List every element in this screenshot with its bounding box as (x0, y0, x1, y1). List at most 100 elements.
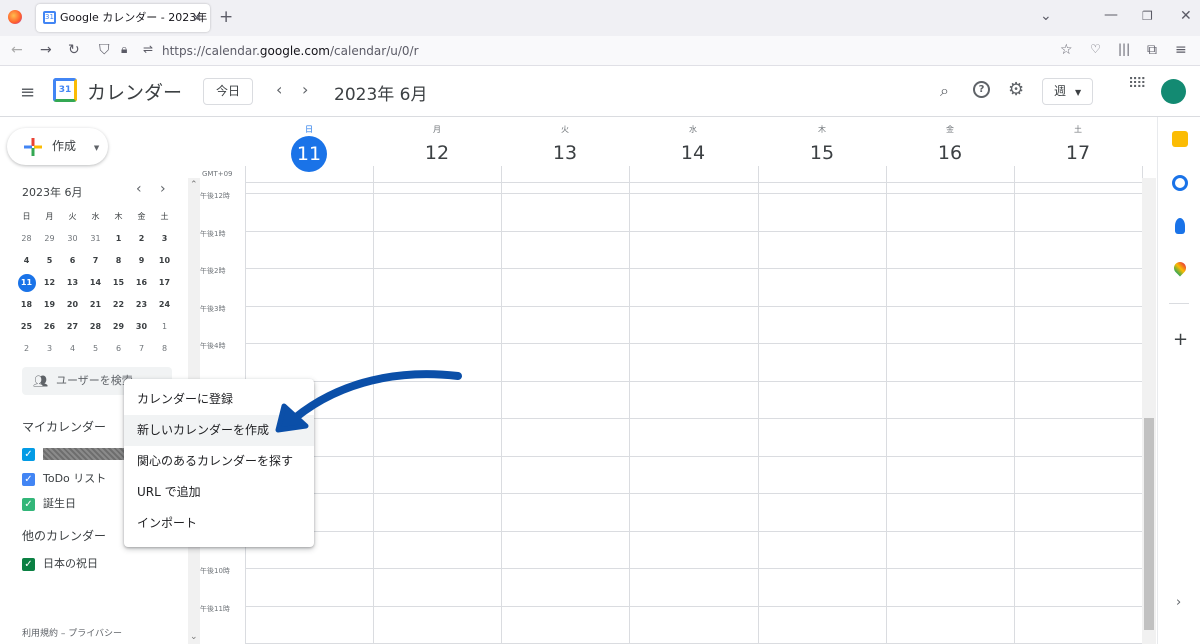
maps-icon[interactable] (1171, 259, 1189, 277)
mini-day[interactable]: 5 (38, 250, 61, 272)
mini-prev-month-icon[interactable]: ‹ (136, 181, 142, 197)
main-scrollbar-thumb[interactable] (1144, 418, 1154, 630)
next-week-icon[interactable]: › (302, 80, 308, 99)
settings-gear-icon[interactable]: ⚙ (1008, 79, 1024, 100)
mini-day[interactable]: 8 (107, 250, 130, 272)
menu-icon[interactable]: ≡ (1175, 43, 1187, 57)
expand-panel-icon[interactable]: › (1176, 595, 1181, 610)
today-button[interactable]: 今日 (203, 78, 253, 105)
day-header[interactable]: 水 14 (629, 124, 757, 164)
mini-day[interactable]: 8 (153, 338, 176, 360)
mini-day[interactable]: 28 (15, 228, 38, 250)
menu-item[interactable]: URL で追加 (124, 477, 314, 508)
library-icon[interactable]: ||| (1118, 43, 1130, 55)
bookmark-star-icon[interactable]: ☆ (1060, 43, 1073, 57)
help-icon[interactable]: ? (973, 81, 990, 98)
scroll-down-icon[interactable]: ⌄ (190, 632, 198, 642)
day-number[interactable]: 15 (758, 142, 886, 164)
mini-day[interactable]: 22 (107, 294, 130, 316)
checkbox-checked-icon[interactable]: ✓ (22, 557, 35, 571)
day-number[interactable]: 13 (501, 142, 629, 164)
view-switcher-button[interactable]: 週 ▼ (1042, 78, 1093, 105)
create-button[interactable]: 作成 ▼ (7, 128, 108, 165)
browser-tab[interactable]: 31 Google カレンダー - 2023年 6月 1 ✕ (36, 4, 210, 32)
firefox-icon[interactable] (8, 10, 22, 24)
mini-day[interactable]: 1 (153, 316, 176, 338)
close-tab-icon[interactable]: ✕ (192, 4, 202, 32)
other-calendars-title[interactable]: 他のカレンダー (22, 527, 106, 544)
footer-links[interactable]: 利用規約 – プライバシー (22, 626, 122, 639)
menu-item[interactable]: 関心のあるカレンダーを探す (124, 446, 314, 477)
mini-day[interactable]: 13 (61, 272, 84, 294)
mini-day[interactable]: 15 (107, 272, 130, 294)
calendar-item[interactable]: ✓ 誕生日 (22, 497, 76, 515)
lock-icon[interactable]: 🔒︎ (121, 43, 127, 55)
mini-day[interactable]: 29 (38, 228, 61, 250)
day-header[interactable]: 月 12 (373, 124, 501, 164)
mini-day[interactable]: 31 (84, 228, 107, 250)
mini-day[interactable]: 26 (38, 316, 61, 338)
checkbox-checked-icon[interactable]: ✓ (22, 472, 35, 486)
mini-day[interactable]: 5 (84, 338, 107, 360)
mini-day[interactable]: 1 (107, 228, 130, 250)
mini-day[interactable]: 3 (38, 338, 61, 360)
back-icon[interactable]: ← (11, 43, 23, 57)
day-header[interactable]: 火 13 (501, 124, 629, 164)
tasks-icon[interactable] (1172, 175, 1188, 191)
mini-day[interactable]: 24 (153, 294, 176, 316)
mini-day[interactable]: 23 (130, 294, 153, 316)
mini-day[interactable]: 16 (130, 272, 153, 294)
mini-day[interactable]: 28 (84, 316, 107, 338)
day-number[interactable]: 14 (629, 142, 757, 164)
shield-icon[interactable]: ⛉ (99, 43, 110, 57)
scroll-up-icon[interactable]: ⌃ (190, 180, 198, 190)
day-number[interactable]: 16 (886, 142, 1014, 164)
mini-day[interactable]: 14 (84, 272, 107, 294)
calendar-item[interactable]: ✓ (22, 447, 127, 465)
menu-item[interactable]: インポート (124, 508, 314, 539)
previous-week-icon[interactable]: ‹ (276, 80, 282, 99)
mini-day-today[interactable]: 11 (15, 272, 38, 294)
mini-day[interactable]: 17 (153, 272, 176, 294)
mini-day[interactable]: 21 (84, 294, 107, 316)
mini-day[interactable]: 4 (15, 250, 38, 272)
mini-day[interactable]: 19 (38, 294, 61, 316)
my-calendars-title[interactable]: マイカレンダー (22, 418, 106, 435)
minimize-window-icon[interactable]: — (1104, 8, 1118, 22)
calendar-item[interactable]: ✓ ToDo リスト (22, 472, 106, 490)
close-window-icon[interactable]: ✕ (1180, 9, 1192, 23)
checkbox-checked-icon[interactable]: ✓ (22, 497, 35, 511)
tab-list-chevron-icon[interactable]: ⌄ (1040, 9, 1052, 23)
mini-day[interactable]: 9 (130, 250, 153, 272)
new-tab-icon[interactable]: + (219, 9, 233, 26)
mini-day[interactable]: 2 (15, 338, 38, 360)
day-header[interactable]: 土 17 (1014, 124, 1142, 164)
day-number[interactable]: 12 (373, 142, 501, 164)
extensions-icon[interactable]: ⧉ (1147, 43, 1157, 57)
day-header[interactable]: 日 11 (245, 124, 373, 172)
mini-day[interactable]: 7 (84, 250, 107, 272)
add-addon-icon[interactable]: + (1173, 329, 1188, 350)
mini-day[interactable]: 10 (153, 250, 176, 272)
reload-icon[interactable]: ↻ (68, 43, 80, 57)
calendar-item[interactable]: ✓ 日本の祝日 (22, 557, 98, 575)
permissions-icon[interactable]: ⇌ (143, 43, 153, 55)
mini-day[interactable]: 12 (38, 272, 61, 294)
mini-day[interactable]: 25 (15, 316, 38, 338)
mini-next-month-icon[interactable]: › (160, 181, 166, 197)
day-header[interactable]: 木 15 (758, 124, 886, 164)
mini-day[interactable]: 6 (107, 338, 130, 360)
keep-icon[interactable] (1172, 131, 1188, 147)
pocket-icon[interactable]: ♡ (1090, 43, 1101, 55)
mini-day[interactable]: 3 (153, 228, 176, 250)
forward-icon[interactable]: → (40, 43, 52, 57)
mini-day[interactable]: 30 (130, 316, 153, 338)
day-number[interactable]: 11 (291, 136, 327, 172)
mini-day[interactable]: 4 (61, 338, 84, 360)
search-icon[interactable]: ⌕ (940, 81, 949, 101)
contacts-icon[interactable] (1175, 218, 1185, 234)
day-number[interactable]: 17 (1014, 142, 1142, 164)
mini-day[interactable]: 27 (61, 316, 84, 338)
mini-day[interactable]: 20 (61, 294, 84, 316)
apps-grid-icon[interactable]: ⠿⠿ (1128, 77, 1146, 91)
